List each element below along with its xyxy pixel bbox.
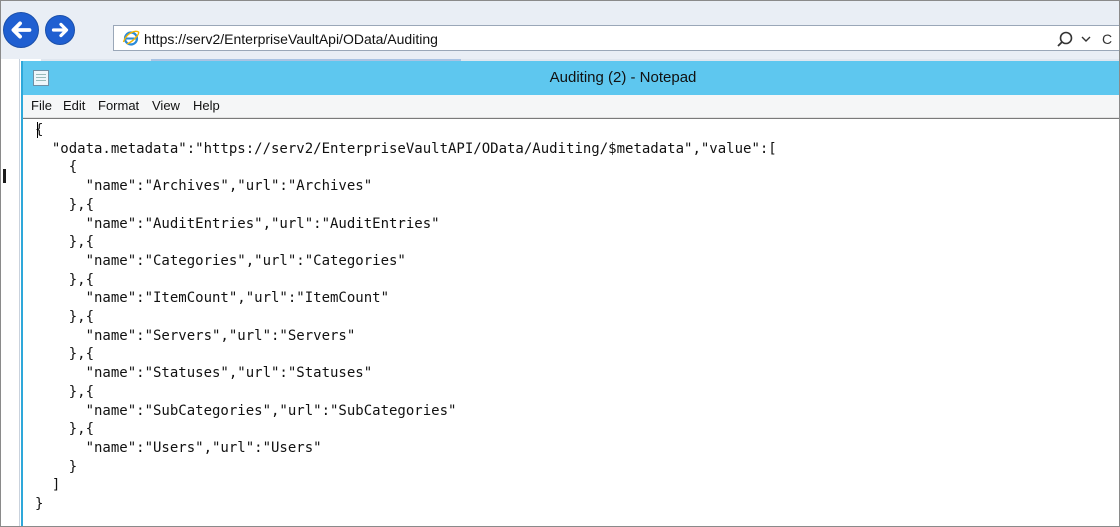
text-line: ] [35, 477, 61, 494]
text-line: "name":"Users","url":"Users" [35, 439, 322, 456]
text-line: },{ [35, 271, 95, 288]
address-bar[interactable]: https://serv2/EnterpriseVaultApi/OData/A… [113, 25, 1119, 51]
text-line: } [35, 496, 44, 513]
notepad-icon[interactable] [33, 70, 49, 86]
browser-page-edge [1, 59, 20, 526]
screenshot-frame: https://serv2/EnterpriseVaultApi/OData/A… [0, 0, 1120, 527]
text-line: "name":"Categories","url":"Categories" [35, 252, 406, 269]
text-line: },{ [35, 346, 95, 363]
text-line: "name":"Statuses","url":"Statuses" [35, 365, 373, 382]
text-line: "name":"ItemCount","url":"ItemCount" [35, 290, 390, 307]
menu-file[interactable]: File [31, 98, 52, 113]
back-arrow-icon [11, 21, 32, 39]
chevron-down-icon [1081, 36, 1091, 42]
text-line: },{ [35, 421, 95, 438]
text-line: },{ [35, 309, 95, 326]
text-line: "name":"Servers","url":"Servers" [35, 327, 356, 344]
notepad-titlebar[interactable]: Auditing (2) - Notepad [23, 61, 1119, 95]
search-icon[interactable]: C [1056, 29, 1116, 49]
notepad-window: Auditing (2) - Notepad File Edit Format … [21, 61, 1119, 526]
text-line: { [35, 159, 78, 176]
text-line: },{ [35, 383, 95, 400]
text-line: "name":"AuditEntries","url":"AuditEntrie… [35, 215, 440, 232]
document-text[interactable]: { "odata.metadata":"https://serv2/Enterp… [35, 121, 777, 514]
menu-bar: File Edit Format View Help [23, 95, 1119, 118]
text-line: },{ [35, 234, 95, 251]
window-title: Auditing (2) - Notepad [549, 69, 697, 86]
back-button[interactable] [3, 12, 39, 48]
page-text-fragment [3, 169, 6, 183]
browser-toolbar: https://serv2/EnterpriseVaultApi/OData/A… [1, 1, 1119, 59]
forward-button[interactable] [45, 15, 75, 45]
ie-icon [122, 30, 140, 46]
forward-arrow-icon [51, 22, 69, 38]
menu-view[interactable]: View [152, 98, 180, 113]
url-text[interactable]: https://serv2/EnterpriseVaultApi/OData/A… [144, 31, 438, 47]
text-line: },{ [35, 196, 95, 213]
text-line: "name":"Archives","url":"Archives" [35, 178, 373, 195]
text-line: "name":"SubCategories","url":"SubCategor… [35, 402, 457, 419]
text-line: "odata.metadata":"https://serv2/Enterpri… [35, 140, 777, 157]
text-line: } [35, 458, 78, 475]
partial-button-text: C [1102, 31, 1112, 47]
text-editor[interactable]: { "odata.metadata":"https://serv2/Enterp… [23, 118, 1119, 526]
menu-format[interactable]: Format [98, 98, 139, 113]
menu-help[interactable]: Help [193, 98, 220, 113]
text-caret [37, 122, 38, 138]
menu-edit[interactable]: Edit [63, 98, 85, 113]
